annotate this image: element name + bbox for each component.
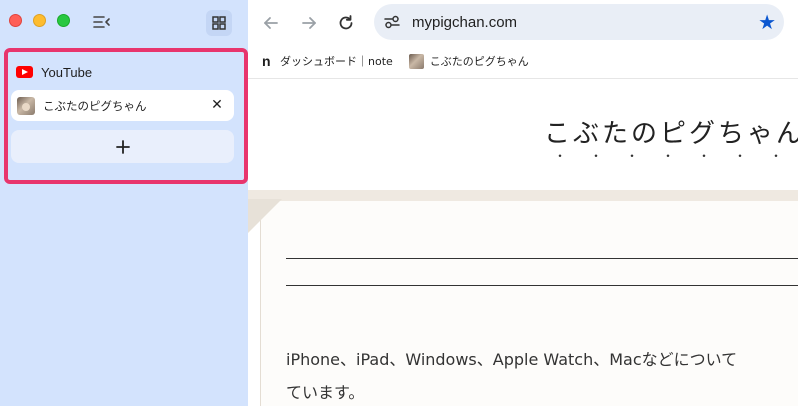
toolbar: mypigchan.com ★ [248,0,798,46]
new-tab-button[interactable] [11,130,234,163]
arrow-right-icon [302,17,316,29]
collapse-sidebar-icon[interactable] [92,12,112,32]
site-title[interactable]: こぶたのピグちゃん [544,113,798,150]
tab-item[interactable]: こぶたのピグちゃん ✕ [11,90,234,121]
body-text-line: iPhone、iPad、Windows、Apple Watch、Macなどについ… [286,350,738,369]
site-settings-icon[interactable] [382,12,402,32]
grid-icon [212,16,226,30]
pig-favicon-icon [408,53,424,69]
zoom-window-button[interactable] [57,14,70,27]
tab-overview-button[interactable] [206,10,232,36]
browser-main: mypigchan.com ★ n ダッシュボード｜note こぶたのピグちゃん… [248,0,798,406]
paper-fold [248,199,282,233]
title-emphasis-dots: ・・・・・・・・・ [554,149,798,163]
close-window-button[interactable] [9,14,22,27]
minimize-window-button[interactable] [33,14,46,27]
reload-button[interactable] [335,12,357,34]
bookmark-label: ダッシュボード｜note [280,55,393,68]
arrow-left-icon [264,17,278,29]
body-text-line: ています。 [286,383,365,402]
tab-title: こぶたのピグちゃん [43,98,147,113]
tab-group-youtube[interactable]: YouTube [16,62,92,82]
divider-line [286,285,798,286]
note-icon: n [262,53,271,69]
forward-button[interactable] [298,12,320,34]
content-paper [260,201,798,406]
bookmarks-bar: n ダッシュボード｜note こぶたのピグちゃん [248,46,798,76]
bookmark-note-dashboard[interactable]: n ダッシュボード｜note [262,53,393,69]
close-tab-icon[interactable]: ✕ [210,98,224,112]
youtube-icon [16,66,33,78]
vertical-tabs-sidebar: YouTube こぶたのピグちゃん ✕ [0,0,248,406]
web-page: こぶたのピグちゃん ・・・・・・・・・ iPhone、iPad、Windows、… [248,78,798,406]
pig-favicon-icon [17,96,35,115]
reload-icon [339,15,353,30]
address-bar[interactable]: mypigchan.com ★ [374,4,784,40]
bookmark-star-icon[interactable]: ★ [758,10,776,34]
plus-icon [115,139,130,154]
back-button[interactable] [260,12,282,34]
tab-group-label: YouTube [41,64,93,80]
bookmark-label: こぶたのピグちゃん [429,55,529,68]
url-text[interactable]: mypigchan.com [412,14,517,31]
bookmark-pigchan[interactable]: こぶたのピグちゃん [408,53,529,69]
divider-line [286,258,798,259]
